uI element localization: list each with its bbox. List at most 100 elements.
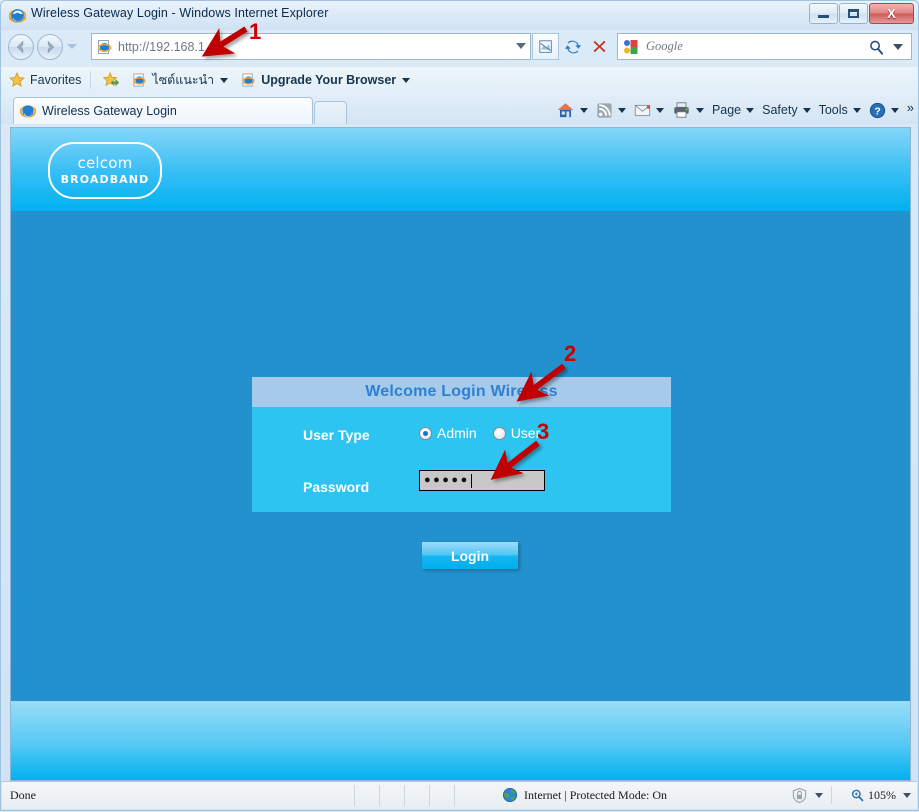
stop-button[interactable]	[586, 33, 613, 60]
status-separator	[831, 786, 832, 804]
help-button[interactable]: ?	[865, 98, 903, 122]
chevron-down-icon[interactable]	[746, 107, 755, 113]
close-x-icon	[593, 40, 606, 53]
status-message: Done	[10, 788, 36, 802]
upgrade-browser-item[interactable]: Upgrade Your Browser	[236, 69, 415, 91]
command-bar: Page Safety Tools ? »	[552, 97, 914, 123]
user-type-radio-group: Admin User	[419, 425, 556, 441]
radio-admin-label: Admin	[437, 425, 477, 441]
forward-arrow-icon	[47, 40, 55, 54]
star-icon	[9, 72, 25, 87]
page-body: Welcome Login Wireless User Type Admin U…	[11, 211, 910, 701]
chevron-down-icon[interactable]	[890, 107, 899, 113]
address-dropdown-icon[interactable]	[516, 43, 526, 49]
home-icon	[557, 102, 574, 117]
password-label: Password	[303, 479, 370, 495]
chevron-down-icon[interactable]	[903, 792, 911, 798]
text-cursor	[470, 473, 472, 488]
status-separator	[354, 785, 355, 806]
search-box[interactable]: Google	[617, 33, 912, 60]
svg-text:?: ?	[874, 106, 880, 117]
close-icon: X	[887, 6, 896, 21]
password-input[interactable]: ●●●●●	[419, 470, 545, 491]
password-masked-value: ●●●●●	[424, 474, 470, 486]
login-button[interactable]: Login	[422, 542, 518, 569]
chevron-down-icon[interactable]	[655, 107, 664, 113]
google-logo-icon	[624, 39, 638, 54]
page-menu-button[interactable]: Page	[708, 98, 758, 122]
chevron-down-icon[interactable]	[220, 77, 229, 83]
zoom-icon	[851, 789, 864, 801]
tab-wireless-gateway-login[interactable]: Wireless Gateway Login	[13, 97, 313, 124]
internet-explorer-icon	[9, 9, 26, 23]
suggested-sites-item[interactable]: ไซต์แนะนำ	[127, 69, 233, 91]
mail-icon	[634, 104, 651, 116]
title-bar: Wireless Gateway Login - Windows Interne…	[1, 1, 918, 30]
page-viewport: celcom BROADBAND Welcome Login Wireless …	[10, 127, 911, 781]
back-button[interactable]	[8, 34, 34, 60]
logo-main-text: celcom	[77, 154, 133, 172]
favorites-button[interactable]: Favorites	[4, 69, 86, 91]
add-star-icon	[103, 72, 120, 87]
print-button[interactable]	[668, 98, 708, 122]
zoom-level-text: 105%	[868, 787, 896, 802]
favorites-separator	[90, 71, 92, 89]
status-separator	[429, 785, 430, 806]
logo-sub-text: BROADBAND	[60, 173, 150, 186]
status-separator	[404, 785, 405, 806]
search-provider-dropdown-icon[interactable]	[893, 44, 903, 50]
compatibility-view-button[interactable]	[532, 33, 559, 60]
safety-menu-button[interactable]: Safety	[758, 98, 814, 122]
window-controls: X	[808, 3, 914, 24]
help-icon: ?	[869, 102, 885, 118]
zoom-control[interactable]: 105%	[850, 788, 911, 803]
chevron-down-icon[interactable]	[402, 77, 411, 83]
page-menu-label: Page	[711, 103, 742, 117]
chevron-down-icon[interactable]	[815, 792, 823, 798]
address-url-text: http://192.168.1.1/	[118, 39, 219, 54]
chevron-down-icon[interactable]	[695, 107, 704, 113]
radio-user[interactable]	[492, 426, 506, 440]
privacy-report-icon[interactable]	[791, 787, 808, 804]
command-bar-overflow-icon[interactable]: »	[907, 100, 914, 115]
feeds-button[interactable]	[592, 98, 630, 122]
annotation-number-2: 2	[564, 341, 577, 366]
back-arrow-icon	[16, 40, 24, 54]
tools-menu-button[interactable]: Tools	[815, 98, 865, 122]
refresh-icon	[564, 40, 581, 53]
celcom-broadband-logo: celcom BROADBAND	[48, 142, 162, 199]
refresh-button[interactable]	[559, 33, 586, 60]
printer-icon	[674, 102, 689, 118]
add-to-favorites-bar-button[interactable]	[98, 69, 124, 91]
chevron-down-icon[interactable]	[579, 107, 588, 113]
close-button[interactable]: X	[869, 3, 914, 24]
tab-label: Wireless Gateway Login	[42, 104, 177, 118]
login-form: Welcome Login Wireless User Type Admin U…	[252, 377, 671, 512]
address-bar[interactable]: http://192.168.1.1/	[91, 33, 531, 60]
status-separator	[454, 785, 455, 806]
recent-pages-dropdown[interactable]	[67, 44, 77, 49]
chevron-down-icon[interactable]	[617, 107, 626, 113]
new-tab-button[interactable]	[314, 101, 347, 124]
read-mail-button[interactable]	[630, 98, 668, 122]
chevron-down-icon[interactable]	[802, 107, 811, 113]
window-title: Wireless Gateway Login - Windows Interne…	[31, 6, 329, 20]
suggested-sites-label: ไซต์แนะนำ	[152, 73, 215, 87]
internet-explorer-icon	[133, 72, 147, 87]
upgrade-browser-label: Upgrade Your Browser	[261, 73, 397, 87]
home-button[interactable]	[552, 98, 592, 122]
maximize-button[interactable]	[839, 3, 868, 24]
chevron-down-icon[interactable]	[852, 107, 861, 113]
compatibility-view-icon	[538, 39, 552, 53]
search-icon[interactable]	[868, 39, 885, 56]
browser-window: Wireless Gateway Login - Windows Interne…	[0, 0, 919, 811]
security-zone-indicator[interactable]: Internet | Protected Mode: On	[502, 787, 667, 803]
favorites-label: Favorites	[30, 73, 82, 87]
page-document-icon	[97, 39, 112, 54]
minimize-button[interactable]	[809, 3, 838, 24]
search-input[interactable]: Google	[646, 39, 683, 54]
radio-admin[interactable]	[419, 426, 432, 440]
forward-button[interactable]	[37, 34, 63, 60]
internet-explorer-icon	[20, 105, 36, 118]
security-zone-text: Internet | Protected Mode: On	[524, 787, 668, 802]
